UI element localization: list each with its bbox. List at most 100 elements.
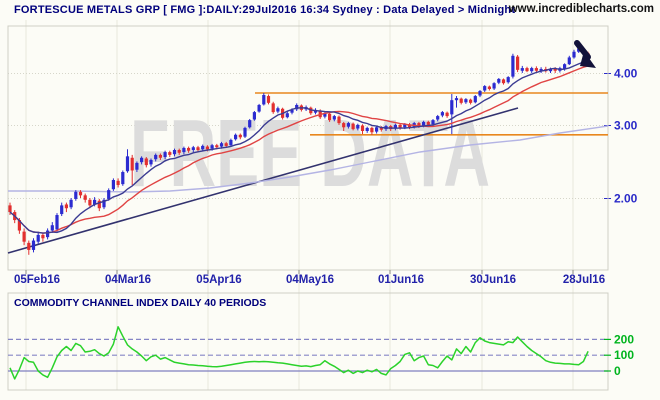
candle-body <box>107 190 110 199</box>
candle-body <box>173 150 176 154</box>
candle-body <box>37 235 40 242</box>
candle-body <box>469 100 472 103</box>
candle-body <box>347 123 350 127</box>
candle-body <box>65 204 68 208</box>
candle-body <box>427 122 430 125</box>
candle-body <box>521 68 524 71</box>
candle-body <box>366 128 369 131</box>
candle-body <box>262 95 265 104</box>
price-tick-label: 4.00 <box>614 67 638 81</box>
candle-body <box>145 158 148 165</box>
candle-body <box>337 117 340 123</box>
date-tick-label: 01Jun16 <box>378 274 424 286</box>
candle-body <box>286 113 289 117</box>
candle-body <box>149 160 152 164</box>
candle-body <box>474 96 477 102</box>
price-and-indicator-chart: 4.003.002.00FREE DATA05Feb1604Mar1605Apr… <box>0 0 660 400</box>
candle-body <box>215 145 218 147</box>
candle-body <box>431 120 434 124</box>
candle-body <box>525 68 528 71</box>
candle-body <box>253 112 256 119</box>
candle-body <box>182 148 185 152</box>
candle-body <box>135 163 138 170</box>
price-tick-label: 3.00 <box>614 119 638 133</box>
date-tick-label: 04Mar16 <box>105 274 151 286</box>
candle-body <box>220 143 223 146</box>
candle-body <box>535 68 538 71</box>
candle-body <box>60 205 63 214</box>
candle-body <box>41 235 44 238</box>
candle-body <box>32 241 35 250</box>
candle-body <box>112 180 115 189</box>
candle-body <box>154 155 157 159</box>
candle-body <box>328 114 331 120</box>
candle-body <box>375 127 378 131</box>
candle-body <box>211 145 214 148</box>
candle-body <box>568 57 571 64</box>
candle-body <box>333 116 336 119</box>
candle-body <box>239 135 242 138</box>
candle-body <box>272 103 275 112</box>
candle-body <box>27 243 30 250</box>
date-tick-label: 04May16 <box>286 274 334 286</box>
candle-body <box>201 146 204 149</box>
date-tick-label: 05Feb16 <box>14 274 60 286</box>
candle-body <box>234 135 237 140</box>
candle-body <box>23 232 26 242</box>
cci-tick-label: 200 <box>614 332 634 346</box>
candle-body <box>178 150 181 153</box>
candle-body <box>507 77 510 82</box>
chart-window: 4.003.002.00FREE DATA05Feb1604Mar1605Apr… <box>0 0 660 400</box>
candle-body <box>530 68 533 71</box>
candle-body <box>126 156 129 171</box>
candle-body <box>51 225 54 230</box>
date-tick-label: 30Jun16 <box>470 274 516 286</box>
candle-body <box>361 125 364 131</box>
indicator-title: COMMODITY CHANNEL INDEX DAILY 40 PERIODS <box>14 297 266 309</box>
candle-body <box>352 124 355 129</box>
candle-body <box>511 56 514 77</box>
candle-body <box>117 181 120 185</box>
candle-body <box>436 116 439 119</box>
cci-tick-label: 100 <box>614 348 634 362</box>
candle-body <box>342 123 345 127</box>
candle-body <box>450 100 453 114</box>
candle-body <box>370 128 373 132</box>
candle-body <box>159 155 162 158</box>
candle-body <box>164 152 167 157</box>
candle-body <box>493 83 496 88</box>
candle-body <box>46 231 49 238</box>
candle-body <box>187 148 190 151</box>
candle-body <box>258 105 261 112</box>
candle-body <box>79 192 82 196</box>
candle-body <box>478 91 481 96</box>
candle-body <box>356 125 359 129</box>
candle-body <box>196 147 199 150</box>
candle-body <box>464 99 467 102</box>
candle-body <box>276 108 279 111</box>
candle-body <box>84 195 87 199</box>
site-link[interactable]: www.incrediblecharts.com <box>509 3 654 15</box>
chart-header-title: FORTESCUE METALS GRP [ FMG ]:DAILY:29Jul… <box>14 4 515 16</box>
candle-body <box>131 158 134 171</box>
candle-body <box>497 79 500 83</box>
candle-body <box>502 79 505 83</box>
candle-body <box>572 52 575 58</box>
candle-body <box>267 96 270 103</box>
candle-body <box>168 152 171 155</box>
cci-tick-label: 0 <box>614 364 621 378</box>
candle-body <box>460 99 463 103</box>
candle-body <box>225 143 228 146</box>
candle-body <box>88 200 91 206</box>
candle-body <box>140 158 143 162</box>
candle-body <box>192 147 195 150</box>
candle-body <box>74 192 77 199</box>
date-tick-label: 05Apr16 <box>196 274 241 286</box>
candle-body <box>55 215 58 229</box>
candle-body <box>516 57 519 70</box>
candle-body <box>488 87 491 89</box>
candle-body <box>243 128 246 137</box>
candle-body <box>483 86 486 90</box>
candle-body <box>441 112 444 115</box>
candle-body <box>70 200 73 207</box>
